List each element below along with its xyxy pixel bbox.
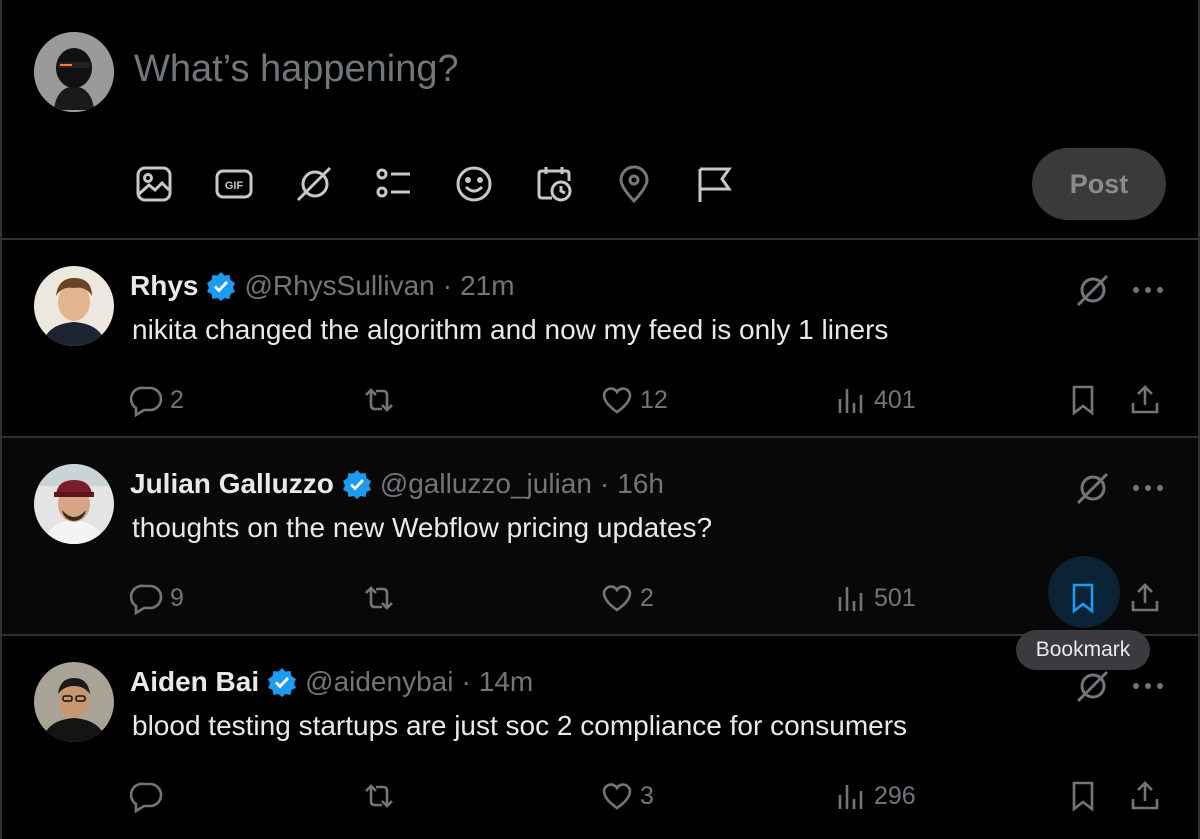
- composer-toolbar: GIF: [134, 160, 774, 208]
- tweet-actions: 3 296: [2, 776, 1198, 816]
- display-name[interactable]: Rhys: [130, 270, 198, 302]
- poll-icon[interactable]: [374, 164, 414, 204]
- like-count: 2: [640, 583, 654, 612]
- retweet-button[interactable]: [362, 380, 396, 420]
- bookmark-button[interactable]: [1066, 776, 1100, 816]
- tweet-item[interactable]: Aiden Bai @aidenybai · 14m blood testing…: [2, 636, 1198, 839]
- avatar[interactable]: [34, 662, 114, 742]
- like-button[interactable]: 12: [600, 380, 668, 420]
- reply-button[interactable]: [130, 776, 170, 816]
- bookmark-tooltip: Bookmark: [1016, 630, 1150, 670]
- user-handle[interactable]: @galluzzo_julian: [380, 468, 592, 500]
- image-icon[interactable]: [134, 164, 174, 204]
- reply-count: 9: [170, 583, 184, 612]
- views-button[interactable]: 296: [834, 776, 916, 816]
- flag-icon[interactable]: [694, 164, 734, 204]
- tweet-text: thoughts on the new Webflow pricing upda…: [132, 512, 713, 543]
- user-avatar[interactable]: [34, 32, 114, 112]
- view-count: 401: [874, 385, 916, 414]
- grok-icon[interactable]: [1072, 270, 1112, 310]
- timestamp[interactable]: 21m: [460, 270, 514, 302]
- like-count: 3: [640, 781, 654, 810]
- bookmark-button[interactable]: [1066, 380, 1100, 420]
- tweet-actions: 2 12 401: [2, 380, 1198, 420]
- retweet-button[interactable]: [362, 776, 396, 816]
- more-icon[interactable]: [1128, 468, 1168, 508]
- reply-button[interactable]: 9: [130, 578, 184, 618]
- schedule-icon[interactable]: [534, 164, 574, 204]
- timestamp[interactable]: 14m: [479, 666, 533, 698]
- tweet-header: Rhys @RhysSullivan · 21m: [130, 268, 515, 304]
- user-handle[interactable]: @aidenybai: [305, 666, 453, 698]
- tweet-text: blood testing startups are just soc 2 co…: [132, 710, 908, 741]
- view-count: 501: [874, 583, 916, 612]
- display-name[interactable]: Aiden Bai: [130, 666, 259, 698]
- like-button[interactable]: 2: [600, 578, 654, 618]
- share-button[interactable]: [1128, 380, 1162, 420]
- verified-icon: [342, 470, 371, 499]
- separator: ·: [442, 270, 453, 301]
- tweet-header: Aiden Bai @aidenybai · 14m: [130, 664, 533, 700]
- grok-icon[interactable]: [1072, 666, 1112, 706]
- more-icon[interactable]: [1128, 270, 1168, 310]
- tweet-text: nikita changed the algorithm and now my …: [132, 314, 889, 345]
- gif-label: GIF: [225, 180, 244, 192]
- user-handle[interactable]: @RhysSullivan: [244, 270, 434, 302]
- like-button[interactable]: 3: [600, 776, 654, 816]
- tweet-item[interactable]: Rhys @RhysSullivan · 21m nikita changed …: [2, 240, 1198, 438]
- avatar[interactable]: [34, 464, 114, 544]
- retweet-button[interactable]: [362, 578, 396, 618]
- emoji-icon[interactable]: [454, 164, 494, 204]
- views-button[interactable]: 401: [834, 380, 916, 420]
- view-count: 296: [874, 781, 916, 810]
- reply-count: 2: [170, 385, 184, 414]
- separator: ·: [461, 666, 471, 697]
- reply-button[interactable]: 2: [130, 380, 184, 420]
- timestamp[interactable]: 16h: [617, 468, 664, 500]
- avatar[interactable]: [34, 266, 114, 346]
- more-icon[interactable]: [1128, 666, 1168, 706]
- verified-icon: [207, 272, 236, 301]
- post-button[interactable]: Post: [1032, 148, 1166, 220]
- display-name[interactable]: Julian Galluzzo: [130, 468, 334, 500]
- grok-icon[interactable]: [294, 164, 334, 204]
- views-button[interactable]: 501: [834, 578, 916, 618]
- gif-icon[interactable]: GIF: [214, 164, 254, 204]
- post-composer: GIF: [2, 0, 1198, 240]
- verified-icon: [268, 668, 297, 697]
- share-button[interactable]: [1128, 776, 1162, 816]
- like-count: 12: [640, 385, 668, 414]
- tweet-item[interactable]: Julian Galluzzo @galluzzo_julian · 16h t…: [2, 438, 1198, 636]
- tweet-header: Julian Galluzzo @galluzzo_julian · 16h: [130, 466, 664, 502]
- grok-icon[interactable]: [1072, 468, 1112, 508]
- bookmark-button[interactable]: [1066, 578, 1100, 618]
- share-button[interactable]: [1128, 578, 1162, 618]
- separator: ·: [599, 468, 610, 499]
- location-icon[interactable]: [614, 164, 654, 204]
- tweet-actions: 9 2 501: [2, 556, 1198, 628]
- compose-input[interactable]: [134, 48, 1034, 91]
